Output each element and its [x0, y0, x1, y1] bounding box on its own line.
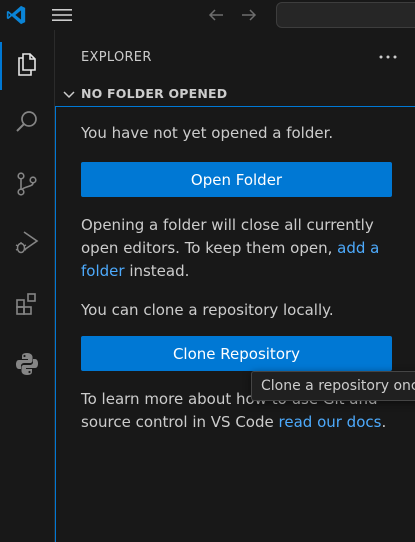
open-folder-button[interactable]: Open Folder	[81, 162, 392, 197]
activity-search[interactable]	[0, 100, 54, 148]
opening-folder-message: Opening a folder will close all currentl…	[81, 214, 396, 283]
activity-source-control[interactable]	[0, 162, 54, 210]
title-bar	[0, 0, 415, 30]
read-docs-link[interactable]: read our docs	[279, 413, 382, 431]
ellipsis-icon[interactable]	[375, 46, 401, 68]
clone-message: You can clone a repository locally.	[81, 301, 334, 319]
hamburger-menu-icon[interactable]	[51, 6, 73, 24]
clone-tooltip: Clone a repository once	[251, 371, 415, 401]
activity-explorer[interactable]	[0, 42, 54, 90]
files-icon	[13, 50, 41, 82]
opening-text-after: instead.	[124, 262, 190, 280]
sidebar-header: EXPLORER	[55, 30, 415, 86]
python-icon	[13, 350, 41, 382]
run-debug-icon	[13, 228, 41, 260]
forward-arrow-icon[interactable]	[239, 5, 259, 25]
chevron-down-icon	[61, 86, 77, 102]
command-center-search[interactable]	[276, 2, 415, 28]
no-folder-section-header[interactable]: NO FOLDER OPENED	[55, 82, 415, 106]
opening-text-before: Opening a folder will close all currentl…	[81, 216, 374, 257]
no-folder-message: You have not yet opened a folder.	[81, 124, 334, 142]
explorer-sidebar: EXPLORER NO FOLDER OPENED You have not y…	[54, 30, 415, 542]
learn-text-after: .	[381, 413, 387, 431]
back-arrow-icon[interactable]	[206, 5, 226, 25]
activity-python[interactable]	[0, 342, 54, 390]
section-title: NO FOLDER OPENED	[81, 86, 228, 101]
activity-extensions[interactable]	[0, 282, 54, 330]
source-control-icon	[13, 170, 41, 202]
vscode-logo-icon	[5, 4, 27, 26]
clone-repository-button[interactable]: Clone Repository	[81, 336, 392, 371]
search-icon	[13, 108, 41, 140]
activity-run-debug[interactable]	[0, 220, 54, 268]
extensions-icon	[13, 290, 41, 322]
sidebar-title: EXPLORER	[81, 50, 152, 65]
activity-bar	[0, 30, 54, 542]
